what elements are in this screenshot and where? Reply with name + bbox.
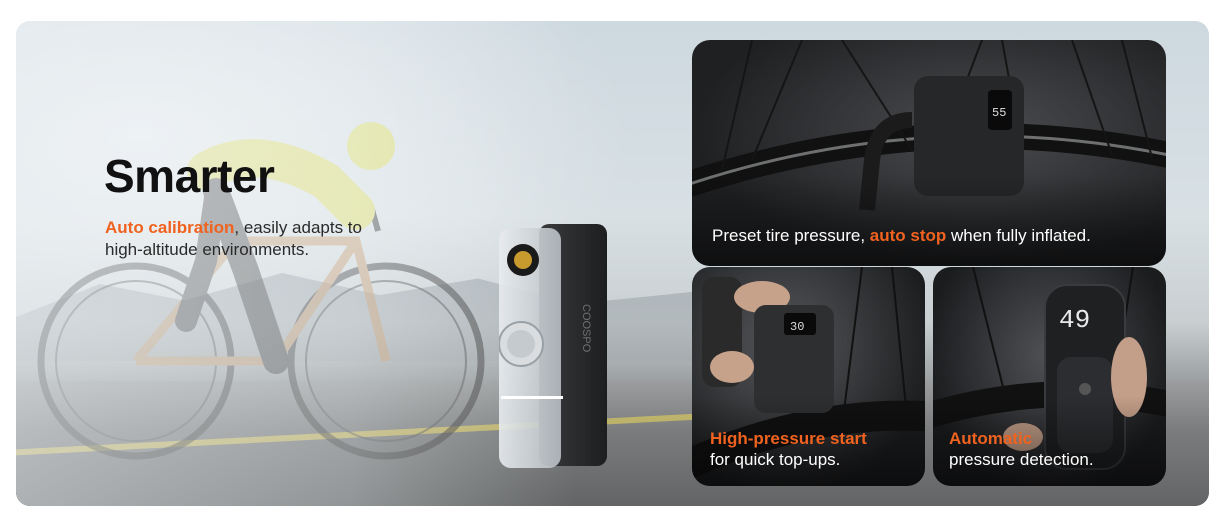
device-display-left: 30 [790,320,804,334]
pump-product-image: COOSPO [499,224,607,468]
description-text-1: , easily adapts to [234,218,362,237]
auto-detection-caption: Automatic pressure detection. [949,428,1154,470]
auto-detection-text: pressure detection. [949,450,1094,469]
auto-stop-caption: Preset tire pressure, auto stop when ful… [712,225,1152,246]
device-display-reading: 55 [992,106,1006,120]
device-display-right: 49 [1059,305,1090,335]
auto-stop-suffix: when fully inflated. [946,226,1091,245]
high-pressure-caption: High-pressure start for quick top-ups. [710,428,910,470]
description-text-2: high-altitude environments. [105,240,310,259]
caption-shade [692,176,1166,266]
high-pressure-text: for quick top-ups. [710,450,841,469]
auto-detection-highlight: Automatic [949,429,1033,448]
feature-card-high-pressure: 30 High-pressure start for quick top-ups. [692,267,925,486]
pump-brand-mark: COOSPO [580,304,592,353]
page-title: Smarter [104,150,275,202]
feature-card-auto-stop: 55 Preset tire pressure, auto stop when … [692,40,1166,266]
hero-banner: COOSPO Smarter Auto calibration, easily … [16,21,1209,506]
description-highlight: Auto calibration [105,218,235,237]
fog-overlay [16,21,576,506]
high-pressure-highlight: High-pressure start [710,429,867,448]
auto-stop-prefix: Preset tire pressure, [712,226,870,245]
auto-stop-highlight: auto stop [869,226,947,245]
feature-card-auto-detection: 49 Automatic pressure detection. [933,267,1166,486]
hero-description: Auto calibration, easily adapts to high-a… [105,217,425,261]
